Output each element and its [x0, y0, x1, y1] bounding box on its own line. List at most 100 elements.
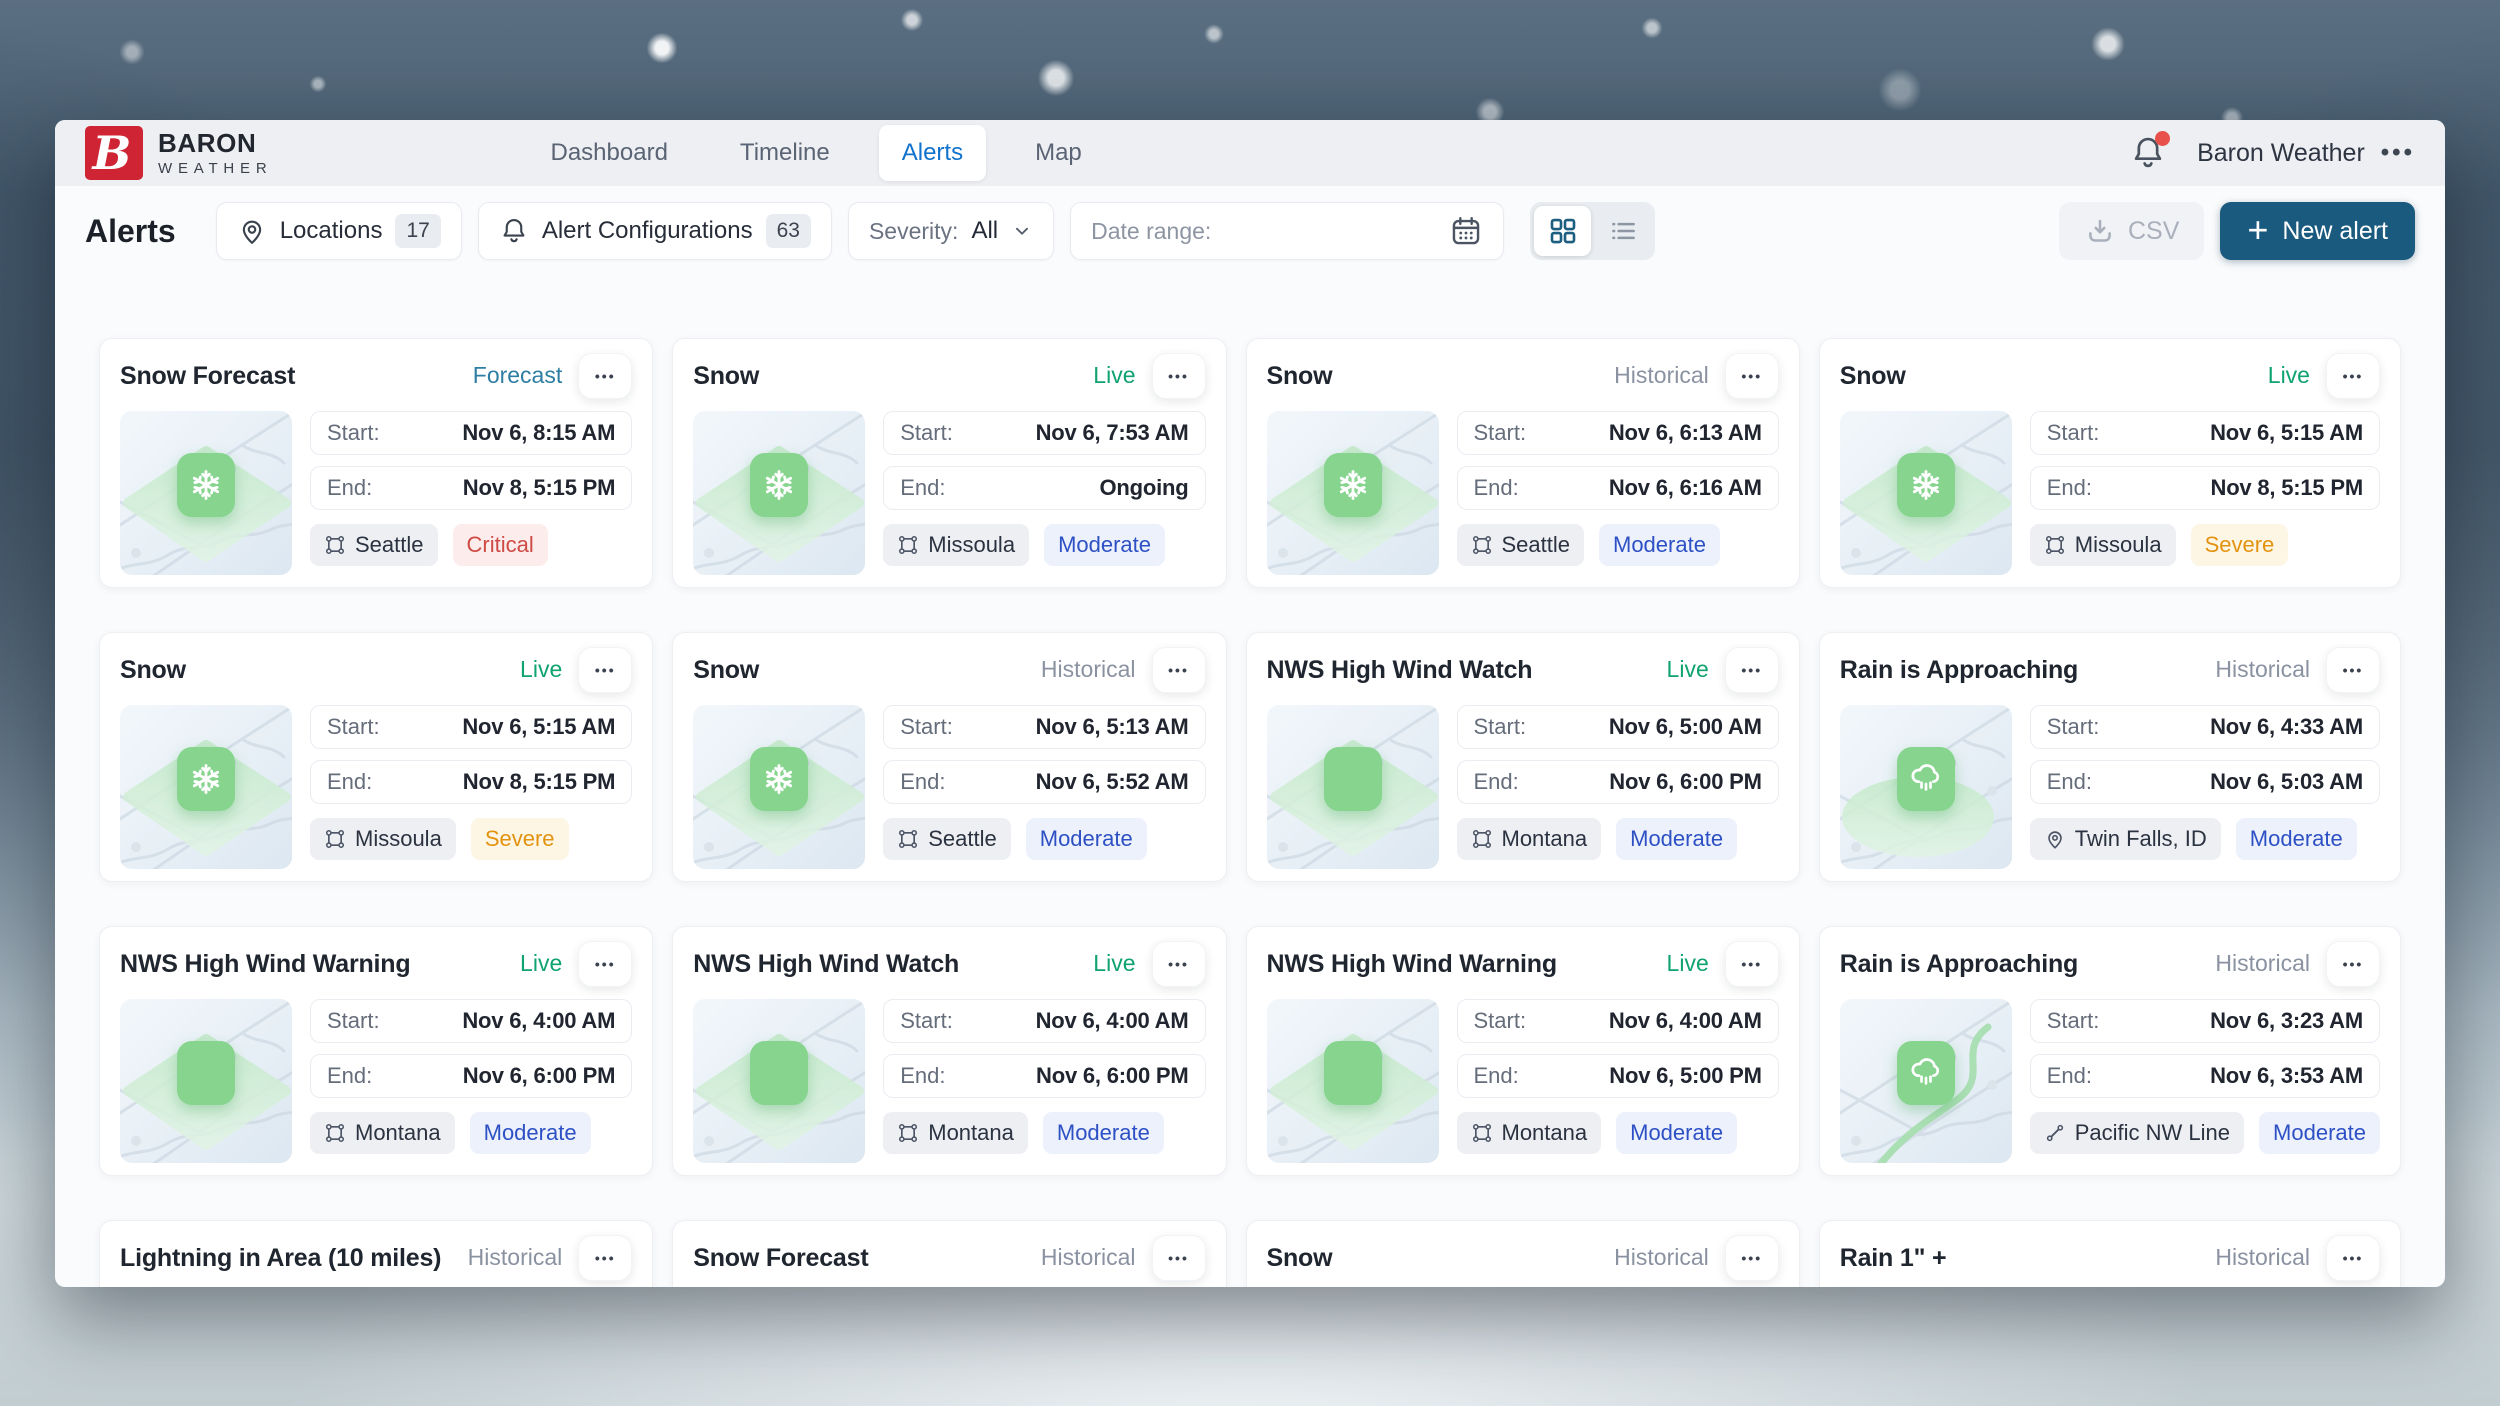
ellipsis-icon: •••: [2343, 368, 2364, 384]
card-menu-button[interactable]: •••: [2326, 647, 2380, 693]
alert-card[interactable]: NWS High Wind Watch Live •••: [1246, 632, 1800, 882]
end-row: End: Nov 8, 5:15 PM: [2030, 466, 2380, 510]
alert-map-thumbnail: [1267, 705, 1439, 869]
alert-type-icon: [1897, 1041, 1955, 1105]
alert-title: Lightning in Area (10 miles): [120, 1244, 468, 1273]
card-menu-button[interactable]: •••: [578, 647, 632, 693]
alert-type-icon: [750, 453, 808, 517]
start-value: Nov 6, 4:33 AM: [2210, 714, 2363, 740]
alert-map-thumbnail: [1267, 999, 1439, 1163]
notifications-button[interactable]: [2127, 132, 2169, 174]
rain-cloud-icon: [1908, 761, 1944, 797]
nav-item-timeline[interactable]: Timeline: [717, 125, 853, 181]
location-label: Montana: [1502, 1120, 1588, 1146]
alert-title: Rain is Approaching: [1840, 950, 2216, 979]
end-value: Nov 8, 5:15 PM: [2211, 475, 2363, 501]
end-row: End: Nov 6, 5:03 AM: [2030, 760, 2380, 804]
alert-card[interactable]: Snow Live •••: [1819, 338, 2401, 588]
severity-badge: Severe: [2191, 524, 2289, 566]
start-value: Nov 6, 5:13 AM: [1036, 714, 1189, 740]
polygon-icon: [324, 534, 346, 556]
user-menu-ellipsis-icon[interactable]: •••: [2381, 147, 2415, 159]
ellipsis-icon: •••: [1168, 662, 1189, 678]
nav-item-dashboard[interactable]: Dashboard: [528, 125, 691, 181]
card-menu-button[interactable]: •••: [2326, 941, 2380, 987]
export-csv-button[interactable]: CSV: [2059, 202, 2204, 260]
ellipsis-icon: •••: [595, 662, 616, 678]
end-label: End:: [1474, 475, 1519, 501]
new-alert-button[interactable]: + New alert: [2220, 202, 2415, 260]
card-menu-button[interactable]: •••: [1152, 1235, 1206, 1281]
list-view-button[interactable]: [1594, 206, 1651, 256]
severity-filter-select[interactable]: Severity: All: [848, 202, 1054, 260]
alert-card[interactable]: Snow Forecast Forecast •••: [99, 338, 653, 588]
card-menu-button[interactable]: •••: [1725, 353, 1779, 399]
card-menu-button[interactable]: •••: [578, 353, 632, 399]
card-menu-button[interactable]: •••: [2326, 353, 2380, 399]
alert-status-label: Live: [1093, 362, 1135, 389]
alert-card[interactable]: NWS High Wind Warning Live •••: [1246, 926, 1800, 1176]
alert-card[interactable]: Snow Historical •••: [1246, 1220, 1800, 1287]
end-row: End: Nov 6, 5:00 PM: [1457, 1054, 1779, 1098]
location-chip: Seattle: [1457, 524, 1585, 566]
end-value: Nov 8, 5:15 PM: [463, 475, 615, 501]
alert-card[interactable]: Snow Forecast Historical •••: [672, 1220, 1226, 1287]
end-row: End: Nov 8, 5:15 PM: [310, 466, 632, 510]
alert-card[interactable]: Snow Live •••: [99, 632, 653, 882]
card-menu-button[interactable]: •••: [578, 1235, 632, 1281]
nav-item-alerts[interactable]: Alerts: [879, 125, 986, 181]
start-label: Start:: [1474, 714, 1527, 740]
card-menu-button[interactable]: •••: [1725, 647, 1779, 693]
alert-title: NWS High Wind Warning: [1267, 950, 1667, 979]
alert-card[interactable]: Snow Historical •••: [672, 632, 1226, 882]
start-row: Start: Nov 6, 4:00 AM: [1457, 999, 1779, 1043]
alert-card[interactable]: Rain is Approaching Historical •••: [1819, 632, 2401, 882]
locations-filter-button[interactable]: Locations 17: [216, 202, 462, 260]
alert-status-label: Historical: [2215, 656, 2310, 683]
alert-status-label: Historical: [2215, 950, 2310, 977]
alert-card[interactable]: Rain 1" + Historical •••: [1819, 1220, 2401, 1287]
start-value: Nov 6, 6:13 AM: [1609, 420, 1762, 446]
snowflake-icon: [761, 761, 797, 797]
alert-map-thumbnail: [693, 999, 865, 1163]
alert-status-label: Historical: [468, 1244, 563, 1271]
alert-card[interactable]: Lightning in Area (10 miles) Historical …: [99, 1220, 653, 1287]
location-chip: Missoula: [2030, 524, 2176, 566]
locations-count-badge: 17: [395, 214, 440, 248]
card-menu-button[interactable]: •••: [1725, 1235, 1779, 1281]
severity-filter-value: All: [971, 217, 998, 245]
nav-item-label: Map: [1035, 139, 1082, 166]
card-menu-button[interactable]: •••: [1152, 353, 1206, 399]
date-range-input[interactable]: Date range:: [1070, 202, 1504, 260]
bell-outline-icon: [499, 216, 529, 246]
ellipsis-icon: •••: [595, 1250, 616, 1266]
snowflake-icon: [1335, 467, 1371, 503]
start-label: Start:: [900, 1008, 953, 1034]
ellipsis-icon: •••: [595, 956, 616, 972]
end-value: Nov 6, 6:00 PM: [1609, 769, 1761, 795]
alert-card[interactable]: Snow Historical •••: [1246, 338, 1800, 588]
alert-card[interactable]: Snow Live •••: [672, 338, 1226, 588]
end-value: Nov 6, 3:53 AM: [2210, 1063, 2363, 1089]
date-range-placeholder: Date range:: [1091, 218, 1211, 245]
grid-view-button[interactable]: [1534, 206, 1591, 256]
alert-card[interactable]: NWS High Wind Warning Live •••: [99, 926, 653, 1176]
card-menu-button[interactable]: •••: [1152, 941, 1206, 987]
location-label: Twin Falls, ID: [2075, 826, 2207, 852]
start-row: Start: Nov 6, 3:23 AM: [2030, 999, 2380, 1043]
location-chip: Montana: [1457, 1112, 1602, 1154]
polygon-icon: [897, 828, 919, 850]
card-menu-button[interactable]: •••: [1152, 647, 1206, 693]
alert-card[interactable]: Rain is Approaching Historical •••: [1819, 926, 2401, 1176]
alert-configurations-filter-button[interactable]: Alert Configurations 63: [478, 202, 832, 260]
card-menu-button[interactable]: •••: [1725, 941, 1779, 987]
alert-card[interactable]: NWS High Wind Watch Live •••: [672, 926, 1226, 1176]
card-menu-button[interactable]: •••: [2326, 1235, 2380, 1281]
card-menu-button[interactable]: •••: [578, 941, 632, 987]
start-label: Start:: [1474, 420, 1527, 446]
alert-type-icon: [177, 453, 235, 517]
user-name[interactable]: Baron Weather: [2197, 139, 2365, 168]
severity-badge: Moderate: [2259, 1112, 2380, 1154]
brand-name-bottom: WEATHER: [158, 161, 273, 176]
nav-item-map[interactable]: Map: [1012, 125, 1105, 181]
